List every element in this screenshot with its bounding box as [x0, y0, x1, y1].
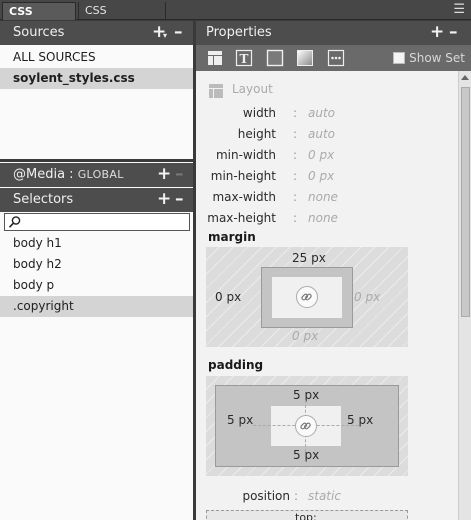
show-set-checkbox[interactable]: Show Set — [393, 50, 465, 66]
padding-top-value[interactable]: 5 px — [293, 388, 319, 402]
remove-property-minus-icon[interactable]: – — [449, 21, 458, 43]
prop-row-min-height[interactable]: min-height : 0 px — [196, 166, 456, 186]
panel-divider — [0, 159, 193, 162]
prop-value[interactable]: none — [308, 208, 338, 228]
text-icon[interactable]: T — [235, 49, 253, 67]
prop-name: position — [242, 489, 290, 503]
remove-media-minus-icon: – — [175, 164, 184, 184]
margin-bottom-value[interactable]: 0 px — [292, 329, 318, 343]
prop-row-max-height[interactable]: max-height : none — [196, 208, 456, 228]
prop-colon: : — [293, 106, 298, 120]
remove-source-minus-icon[interactable]: – — [174, 21, 183, 43]
padding-title: padding — [208, 358, 264, 372]
prop-colon: : — [293, 127, 298, 141]
prop-colon: : — [293, 169, 298, 183]
prop-colon: : — [293, 190, 298, 204]
prop-row-width[interactable]: width : auto — [196, 103, 456, 123]
selector-item-body-h2[interactable]: body h2 — [0, 254, 193, 275]
prop-colon: : — [293, 211, 298, 225]
prop-colon: : — [294, 489, 299, 503]
media-title: @Media : — [13, 167, 74, 182]
sources-title: Sources — [13, 25, 65, 40]
margin-link-icon[interactable] — [296, 286, 318, 308]
media-scope: GLOBAL — [77, 168, 124, 181]
selector-item-body-p[interactable]: body p — [0, 275, 193, 296]
svg-text:T: T — [240, 52, 249, 66]
margin-top-value[interactable]: 25 px — [292, 251, 326, 265]
panel-menu-icon[interactable]: ☰ — [453, 3, 465, 16]
prop-name: max-width — [212, 190, 276, 204]
margin-content-box — [272, 277, 342, 318]
selectors-title: Selectors — [13, 192, 74, 207]
properties-header: Properties + – — [196, 21, 471, 45]
media-header: @Media : GLOBAL + – — [0, 163, 193, 187]
position-offset-editor: top: — [206, 510, 408, 520]
padding-link-icon[interactable] — [295, 415, 317, 437]
show-set-box[interactable] — [393, 52, 406, 64]
panel-tab-strip: CSS Designer CSS Transitions ☰ — [0, 0, 471, 35]
prop-name: min-width — [215, 148, 276, 162]
prop-name: width — [242, 106, 276, 120]
prop-value[interactable]: none — [308, 187, 338, 207]
left-column: Sources + ▾ – ALL SOURCES soylent_styles… — [0, 21, 193, 520]
prop-name: height — [237, 127, 276, 141]
properties-toolbar: T Show Set — [196, 45, 471, 71]
prop-colon: : — [293, 148, 298, 162]
selector-item-copyright[interactable]: .copyright — [0, 296, 193, 317]
properties-panel: Properties + – T Show Set Layout width:… — [196, 21, 471, 520]
prop-row-height[interactable]: height : auto — [196, 124, 456, 144]
scroll-up-icon[interactable] — [461, 75, 469, 80]
add-property-plus-icon[interactable]: + — [430, 21, 444, 43]
margin-inner-box — [261, 267, 353, 328]
show-set-label: Show Set — [409, 51, 465, 65]
layout-section-icon — [209, 84, 223, 98]
selector-item-body-h1[interactable]: body h1 — [0, 233, 193, 254]
position-top-label[interactable]: top: — [295, 511, 317, 520]
layout-section-title: Layout — [232, 82, 273, 96]
prop-value[interactable]: auto — [308, 103, 335, 123]
scroll-thumb[interactable] — [461, 87, 470, 317]
padding-bottom-value[interactable]: 5 px — [293, 448, 319, 462]
padding-content-box — [253, 400, 359, 452]
tab-css-designer[interactable]: CSS Designer — [2, 2, 76, 35]
prop-value[interactable]: 0 px — [308, 166, 334, 186]
selectors-header: Selectors + – — [0, 188, 193, 212]
search-icon — [8, 216, 21, 228]
prop-row-min-width[interactable]: min-width : 0 px — [196, 145, 456, 165]
margin-box-editor: 25 px 0 px 0 px 0 px — [206, 247, 408, 347]
properties-scrollbar[interactable] — [458, 71, 471, 520]
padding-box-editor: 5 px 5 px 5 px 5 px — [206, 376, 408, 476]
remove-selector-minus-icon[interactable]: – — [175, 188, 184, 210]
padding-left-value[interactable]: 5 px — [227, 413, 253, 427]
border-icon[interactable] — [266, 49, 284, 67]
tab-css-transitions[interactable]: CSS Transitions — [78, 2, 166, 34]
properties-title: Properties — [206, 25, 272, 40]
source-item-stylesheet[interactable]: soylent_styles.css — [0, 68, 193, 89]
margin-left-value[interactable]: 0 px — [215, 290, 241, 304]
padding-outer-box: 5 px 5 px 5 px 5 px — [215, 385, 399, 467]
add-selector-plus-icon[interactable]: + — [157, 188, 171, 210]
background-icon[interactable] — [296, 49, 314, 67]
sources-header: Sources + ▾ – — [0, 21, 193, 45]
prop-name: min-height — [210, 169, 276, 183]
margin-title: margin — [208, 230, 256, 244]
prop-row-position[interactable]: position : static — [196, 486, 456, 506]
add-source-dropdown-icon[interactable]: ▾ — [163, 32, 167, 40]
prop-name: max-height — [207, 211, 276, 225]
layout-icon[interactable] — [206, 49, 224, 67]
add-media-plus-icon[interactable]: + — [157, 163, 171, 185]
selector-search-input[interactable] — [4, 213, 190, 231]
prop-row-max-width[interactable]: max-width : none — [196, 187, 456, 207]
margin-right-value[interactable]: 0 px — [354, 290, 380, 304]
prop-value[interactable]: 0 px — [308, 145, 334, 165]
prop-value[interactable]: auto — [308, 124, 335, 144]
source-item-all-sources[interactable]: ALL SOURCES — [0, 47, 193, 68]
more-icon[interactable] — [327, 49, 345, 67]
prop-value[interactable]: static — [308, 486, 341, 506]
